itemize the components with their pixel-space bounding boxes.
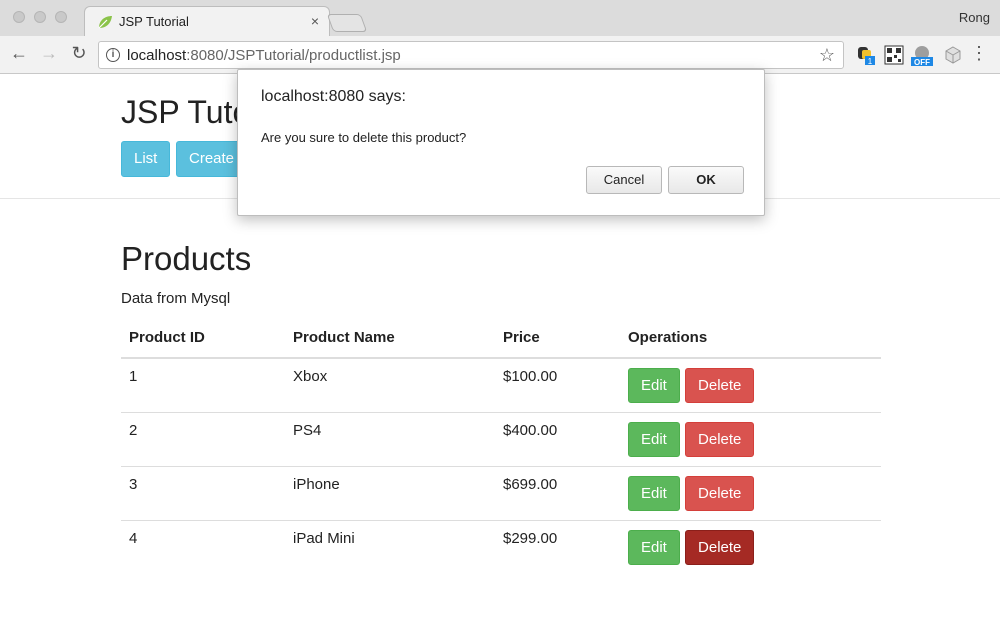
operations-cell: Edit Delete	[620, 466, 881, 521]
column-header: Price	[495, 320, 620, 359]
window-zoom-button[interactable]	[55, 11, 67, 23]
product-price: $100.00	[495, 358, 620, 413]
tab-title: JSP Tutorial	[119, 14, 189, 29]
new-tab-button[interactable]	[326, 14, 368, 32]
browser-tab-bar: JSP Tutorial × Rong	[0, 0, 1000, 37]
edit-button[interactable]: Edit	[628, 529, 680, 565]
product-name: PS4	[285, 412, 495, 467]
operations-cell: Edit Delete	[620, 358, 881, 413]
product-name: Xbox	[285, 358, 495, 413]
table-row: 4 iPad Mini $299.00 Edit Delete	[121, 520, 881, 574]
product-price: $299.00	[503, 529, 558, 547]
ok-button[interactable]: OK	[668, 166, 744, 194]
product-name: iPhone	[285, 466, 495, 521]
list-button[interactable]: List	[121, 141, 171, 177]
product-id: 3	[121, 466, 285, 521]
spring-leaf-icon	[98, 16, 112, 29]
confirm-dialog: localhost:8080 says: Are you sure to del…	[237, 69, 765, 216]
dialog-message: Are you sure to delete this product?	[261, 130, 467, 145]
products-heading: Products	[121, 240, 252, 277]
bookmark-star-icon[interactable]: ☆	[819, 45, 835, 66]
window-minimize-button[interactable]	[34, 11, 46, 23]
ad-block-off-icon[interactable]: OFF	[910, 45, 934, 67]
browser-menu-icon[interactable]: ⋮	[970, 44, 988, 62]
edit-button[interactable]: Edit	[628, 421, 680, 457]
back-arrow-icon[interactable]: ←	[8, 43, 30, 64]
address-bar[interactable]: i localhost:8080/JSPTutorial/productlist…	[98, 41, 844, 69]
profile-name[interactable]: Rong	[959, 10, 990, 25]
cube-extension-icon[interactable]	[943, 45, 963, 65]
forward-arrow-icon[interactable]: →	[38, 43, 60, 64]
python-extension-icon[interactable]: 1	[856, 45, 876, 66]
operations-cell: Edit Delete	[620, 520, 881, 574]
products-subtitle: Data from Mysql	[121, 290, 231, 307]
column-header: Product Name	[285, 320, 495, 359]
table-row: 3 iPhone $699.00 Edit Delete	[121, 466, 881, 521]
window-close-button[interactable]	[13, 11, 25, 23]
qr-code-icon[interactable]	[884, 45, 904, 65]
svg-text:OFF: OFF	[914, 58, 930, 67]
browser-tab[interactable]: JSP Tutorial ×	[84, 6, 330, 37]
edit-button[interactable]: Edit	[628, 475, 680, 511]
cancel-button[interactable]: Cancel	[586, 166, 662, 194]
product-id: 4	[129, 529, 138, 547]
delete-button[interactable]: Delete	[685, 421, 755, 457]
table-row: 1 Xbox $100.00 Edit Delete	[121, 358, 881, 413]
delete-button-pressed[interactable]: Delete	[685, 529, 755, 565]
table-row: 2 PS4 $400.00 Edit Delete	[121, 412, 881, 467]
tab-close-icon[interactable]: ×	[311, 13, 319, 29]
operations-cell: Edit Delete	[620, 412, 881, 467]
info-icon[interactable]: i	[106, 48, 120, 62]
product-price: $699.00	[495, 466, 620, 521]
products-table: Product ID Product Name Price Operations…	[121, 320, 881, 574]
product-id: 2	[121, 412, 285, 467]
column-header: Operations	[620, 320, 881, 359]
product-id: 1	[121, 358, 285, 413]
delete-button[interactable]: Delete	[685, 475, 755, 511]
edit-button[interactable]: Edit	[628, 368, 680, 403]
reload-icon[interactable]: ↻	[68, 43, 90, 64]
svg-text:1: 1	[868, 57, 873, 65]
delete-button[interactable]: Delete	[685, 368, 755, 403]
column-header: Product ID	[121, 320, 285, 359]
product-name: iPad Mini	[293, 529, 355, 547]
product-price: $400.00	[495, 412, 620, 467]
table-header-row: Product ID Product Name Price Operations	[121, 320, 881, 359]
url-text[interactable]: localhost:8080/JSPTutorial/productlist.j…	[127, 47, 401, 64]
dialog-title: localhost:8080 says:	[261, 88, 406, 105]
